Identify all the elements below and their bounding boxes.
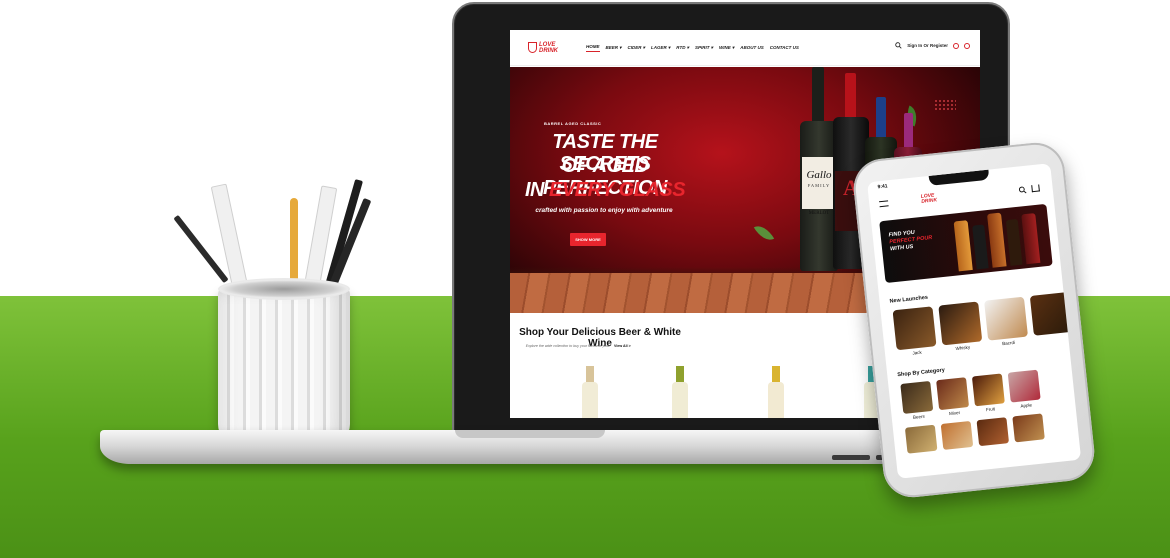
- logo-text: LOVE DRINK: [539, 41, 558, 54]
- cart-icon[interactable]: [964, 42, 970, 49]
- phone-time: 9:41: [877, 183, 888, 191]
- hero-title-line3: IN EVERY GLASS: [524, 179, 686, 201]
- category-label-beers: Beers: [912, 413, 925, 420]
- laptop-port-1: [832, 455, 870, 460]
- site-logo[interactable]: LOVE DRINK: [528, 42, 564, 54]
- cup-rim: [218, 278, 350, 300]
- gallo-label-sub: FAMILY: [807, 183, 831, 188]
- nav-spirit[interactable]: SPIRIT ▾: [695, 45, 713, 51]
- cup-body: [218, 288, 350, 446]
- hero-tagline: crafted with passion to enjoy with adven…: [535, 207, 673, 214]
- hero-kicker: BARREL AGED CLASSIC: [544, 121, 602, 126]
- new-launches-heading: New Launches: [889, 294, 929, 305]
- nav-beer[interactable]: BEER ▾: [606, 45, 622, 51]
- wishlist-icon[interactable]: [953, 42, 959, 49]
- laptop-notch: [455, 430, 605, 438]
- nav-right: Sign In Or Register: [895, 42, 970, 49]
- shop-by-category-heading: Shop By Category: [897, 367, 946, 379]
- view-all-link[interactable]: View All >: [614, 344, 631, 348]
- gallo-label-variety: MERLOT: [808, 211, 830, 216]
- show-more-button[interactable]: SHOW MORE: [570, 233, 606, 246]
- launch-card-jack[interactable]: [892, 306, 937, 351]
- phone-logo[interactable]: LOVE DRINK: [921, 192, 938, 204]
- category-row2-2[interactable]: [940, 420, 974, 450]
- search-icon[interactable]: [895, 42, 902, 49]
- phone-search-icon[interactable]: [1018, 186, 1027, 195]
- gallo-label-brand: Gallo: [806, 169, 832, 181]
- phone-banner-text: FIND YOU PERFECT POUR WITH US: [888, 229, 933, 253]
- nav-contact[interactable]: CONTACT US: [770, 45, 799, 50]
- banner-bottle-3: [986, 212, 1007, 268]
- phone-promo-banner[interactable]: FIND YOU PERFECT POUR WITH US: [879, 203, 1053, 284]
- banner-bottle-2: [972, 224, 989, 270]
- launch-card-bacardi[interactable]: [984, 296, 1029, 341]
- banner-bottle-5: [1021, 213, 1041, 265]
- banner-bottle-4: [1005, 218, 1023, 266]
- category-label-apple: Apple: [1020, 402, 1033, 409]
- smartphone: 9:41 LOVE DRINK FIND YOU PERFECT POUR WI…: [850, 139, 1098, 501]
- product-bottle-3[interactable]: [670, 366, 690, 418]
- category-fruit[interactable]: [971, 373, 1005, 407]
- site-nav: LOVE DRINK HOME BEER ▾ CIDER ▾ LAGER ▾ R…: [510, 30, 980, 66]
- category-apple[interactable]: [1007, 369, 1041, 403]
- category-mixer[interactable]: [936, 377, 970, 411]
- nav-lager[interactable]: LAGER ▾: [651, 45, 670, 51]
- phone-cart-icon[interactable]: [1031, 184, 1040, 193]
- product-bottle-1[interactable]: [510, 366, 512, 418]
- product-bottle-2[interactable]: [580, 366, 600, 418]
- nav-about[interactable]: ABOUT US: [740, 45, 764, 50]
- section-subtitle: Explore the wide collection to buy your …: [525, 344, 610, 348]
- nav-wine[interactable]: WINE ▾: [719, 45, 734, 51]
- launch-card-whisky[interactable]: [938, 301, 983, 346]
- category-row2-3[interactable]: [976, 417, 1010, 447]
- product-bottle-4[interactable]: [766, 366, 786, 418]
- launch-card-extra[interactable]: [1029, 291, 1074, 336]
- category-label-fruit: Fruit: [985, 406, 996, 413]
- nav-rtd[interactable]: RTD ▾: [676, 45, 689, 51]
- leaf-icon-2: [753, 221, 775, 245]
- menu-icon[interactable]: [879, 200, 889, 208]
- category-row2-4[interactable]: [1012, 413, 1045, 443]
- nav-cider[interactable]: CIDER ▾: [628, 45, 646, 51]
- category-beers[interactable]: [900, 380, 934, 414]
- phone-notch: [928, 169, 990, 186]
- phone-screen: 9:41 LOVE DRINK FIND YOU PERFECT POUR WI…: [867, 163, 1082, 479]
- wine-glass-icon: [528, 42, 537, 53]
- banner-bottle-1: [953, 220, 973, 272]
- nav-home[interactable]: HOME: [586, 44, 600, 52]
- category-row2-1[interactable]: [904, 424, 938, 454]
- dots-pattern: [934, 99, 956, 111]
- pencil-cup: [218, 278, 350, 448]
- auth-link[interactable]: Sign In Or Register: [907, 43, 948, 48]
- category-label-mixer: Mixer: [948, 409, 961, 417]
